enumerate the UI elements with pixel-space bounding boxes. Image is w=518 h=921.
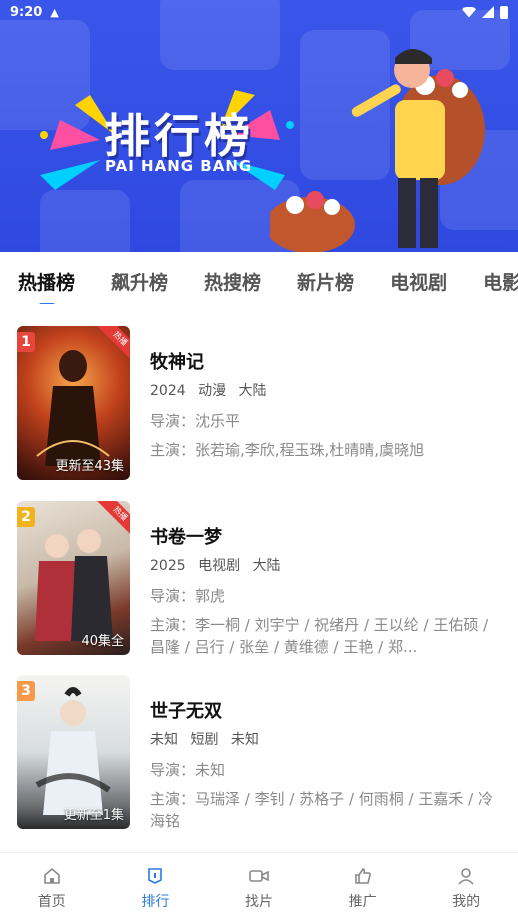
list-item[interactable]: 2 热播 40集全 书卷一梦 2025 电视剧 大陆 导演：郭虎 主演：李一桐 … xyxy=(0,501,518,657)
rank-badge: 1 xyxy=(17,332,35,352)
update-status: 40集全 xyxy=(81,634,124,649)
item-year: 2024 xyxy=(150,383,186,399)
item-director: 导演：沈乐平 xyxy=(150,412,241,430)
bottom-navigation: 首页 排行 找片 推广 我的 xyxy=(0,852,518,921)
status-time: 9:20 xyxy=(10,4,43,20)
item-cast: 主演：李一桐 / 刘宇宁 / 祝绪丹 / 王以纶 / 王佑硕 / 昌隆 / 吕行… xyxy=(150,616,489,656)
nav-profile-label: 我的 xyxy=(452,894,481,910)
tab-new-release[interactable]: 新片榜 xyxy=(297,268,354,295)
poster-image[interactable]: 3 更新至1集 xyxy=(17,675,130,829)
android-icon: ▲ xyxy=(50,5,59,19)
item-region: 未知 xyxy=(230,732,259,748)
tab-tv-series[interactable]: 电视剧 xyxy=(390,268,447,295)
rank-badge: 3 xyxy=(17,681,35,701)
item-genre: 动漫 xyxy=(198,383,227,399)
nav-promote-label: 推广 xyxy=(348,894,377,910)
home-icon xyxy=(41,865,63,887)
rank-badge: 2 xyxy=(17,507,35,527)
item-genre: 电视剧 xyxy=(198,558,241,574)
update-status: 更新至43集 xyxy=(55,459,124,474)
person-icon xyxy=(455,865,477,887)
item-info: 牧神记 2024 动漫 大陆 导演：沈乐平 主演：张若瑜,李欣,程玉珠,杜晴晴,… xyxy=(150,326,495,461)
list-item[interactable]: 1 热播 更新至43集 牧神记 2024 动漫 大陆 导演：沈乐平 主演：张若瑜… xyxy=(0,326,518,482)
ranking-icon xyxy=(144,865,166,887)
tab-rising[interactable]: 飙升榜 xyxy=(111,268,168,295)
poster-image[interactable]: 1 热播 更新至43集 xyxy=(17,326,130,480)
item-year: 2025 xyxy=(150,558,186,574)
item-cast: 主演：张若瑜,李欣,程玉珠,杜晴晴,虞晓旭 xyxy=(150,441,425,459)
item-genre: 短剧 xyxy=(190,732,219,748)
nav-home[interactable]: 首页 xyxy=(0,853,104,921)
item-info: 书卷一梦 2025 电视剧 大陆 导演：郭虎 主演：李一桐 / 刘宇宁 / 祝绪… xyxy=(150,501,495,658)
nav-find-video[interactable]: 找片 xyxy=(207,853,311,921)
item-cast: 主演：马瑞泽 / 李钊 / 苏格子 / 何雨桐 / 王嘉禾 / 冷海铭 xyxy=(150,790,493,830)
nav-home-label: 首页 xyxy=(37,894,66,910)
item-meta: 2024 动漫 大陆 xyxy=(150,380,495,400)
update-status: 更新至1集 xyxy=(63,808,124,823)
tab-hot-play[interactable]: 热播榜 xyxy=(18,268,75,295)
tab-hot-search[interactable]: 热搜榜 xyxy=(204,268,261,295)
category-tabs: 热播榜 飙升榜 热搜榜 新片榜 电视剧 电影 xyxy=(0,258,518,304)
ranking-banner: 9:20 ▲ 排行榜 PAI HANG BANG xyxy=(0,0,518,252)
item-region: 大陆 xyxy=(252,558,281,574)
item-title[interactable]: 牧神记 xyxy=(150,348,495,374)
battery-icon xyxy=(500,5,508,19)
banner-illustration xyxy=(270,49,485,252)
video-camera-icon xyxy=(248,865,270,887)
item-year: 未知 xyxy=(150,732,178,748)
signal-icon xyxy=(482,6,494,18)
item-meta: 2025 电视剧 大陆 xyxy=(150,555,495,575)
list-item[interactable]: 3 更新至1集 世子无双 未知 短剧 未知 导演：未知 主演：马瑞泽 / 李钊 … xyxy=(0,675,518,831)
item-title[interactable]: 世子无双 xyxy=(150,697,495,723)
thumbs-up-icon xyxy=(352,865,374,887)
nav-ranking-label: 排行 xyxy=(141,894,170,910)
item-director: 导演：未知 xyxy=(150,761,226,779)
item-title[interactable]: 书卷一梦 xyxy=(150,523,495,549)
item-meta: 未知 短剧 未知 xyxy=(150,729,495,749)
banner-subtitle: PAI HANG BANG xyxy=(105,157,253,175)
poster-image[interactable]: 2 热播 40集全 xyxy=(17,501,130,655)
nav-promote[interactable]: 推广 xyxy=(311,853,415,921)
wifi-icon xyxy=(462,6,476,18)
item-director: 导演：郭虎 xyxy=(150,587,226,605)
status-bar: 9:20 ▲ xyxy=(0,0,518,24)
tab-movie[interactable]: 电影 xyxy=(483,268,518,295)
item-info: 世子无双 未知 短剧 未知 导演：未知 主演：马瑞泽 / 李钊 / 苏格子 / … xyxy=(150,675,495,832)
item-region: 大陆 xyxy=(238,383,267,399)
nav-find-video-label: 找片 xyxy=(244,894,273,910)
nav-ranking[interactable]: 排行 xyxy=(104,853,208,921)
nav-profile[interactable]: 我的 xyxy=(414,853,518,921)
